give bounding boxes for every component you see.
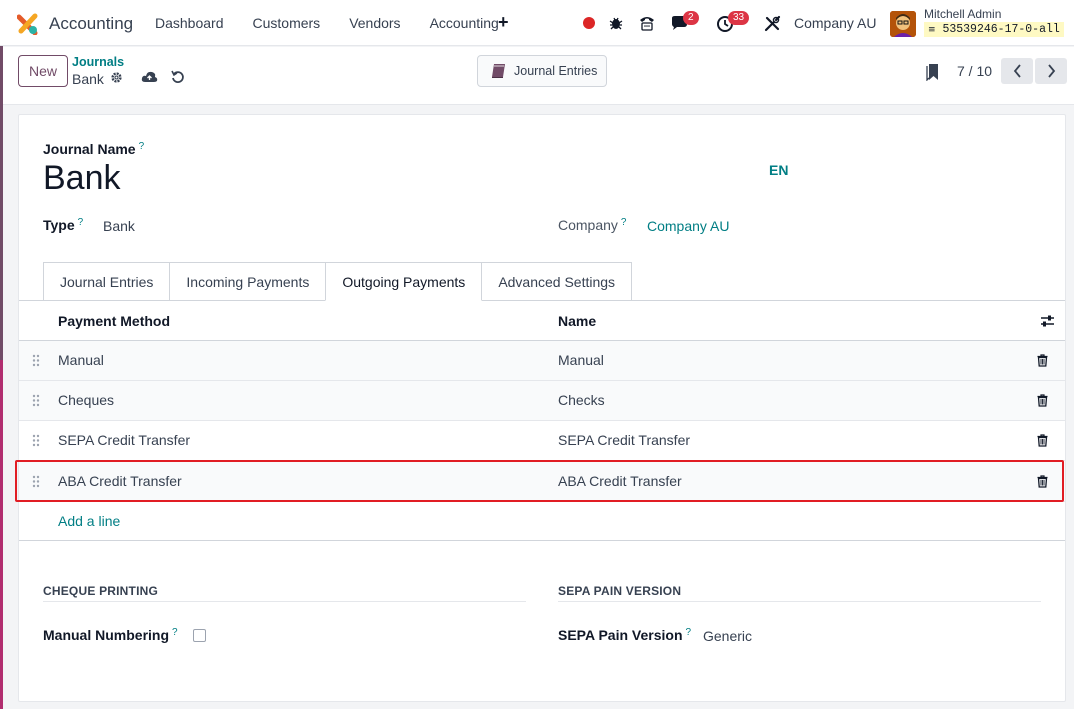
payment-method-cell[interactable]: SEPA Credit Transfer — [58, 432, 190, 448]
manual-numbering-label: Manual Numbering? — [43, 627, 178, 643]
menu-vendors[interactable]: Vendors — [349, 15, 400, 31]
optional-columns-sliders-icon[interactable] — [1040, 314, 1055, 328]
payment-method-cell[interactable]: Cheques — [58, 392, 114, 408]
drag-handle-icon[interactable] — [32, 434, 40, 447]
breadcrumb-journals[interactable]: Journals — [72, 55, 124, 69]
cheque-printing-title: CHEQUE PRINTING — [43, 584, 159, 598]
notebook-tabs: Journal Entries Incoming Payments Outgoi… — [43, 262, 633, 301]
payment-method-cell[interactable]: Manual — [58, 352, 104, 368]
help-tooltip-icon[interactable]: ? — [78, 217, 84, 228]
database-name-text: 53539246-17-0-all — [942, 23, 1060, 36]
column-payment-method[interactable]: Payment Method — [58, 313, 170, 329]
record-indicator-icon[interactable] — [583, 17, 595, 29]
section-separator — [19, 540, 1065, 541]
name-cell[interactable]: Manual — [558, 352, 604, 368]
company-switcher[interactable]: Company AU — [794, 15, 876, 31]
cheque-printing-rule — [43, 601, 526, 602]
left-accent-bar — [0, 0, 3, 709]
sepa-pain-version-title: SEPA PAIN VERSION — [558, 584, 682, 598]
breadcrumb-current: Bank — [72, 71, 104, 87]
phone-icon[interactable] — [638, 14, 656, 32]
highlight-box — [15, 460, 1064, 502]
database-name: ≡ 53539246-17-0-all — [924, 22, 1064, 37]
user-name[interactable]: Mitchell Admin — [924, 7, 1001, 21]
chevron-right-icon — [1047, 64, 1055, 78]
bookmark-icon[interactable] — [926, 63, 942, 81]
gear-icon[interactable] — [110, 71, 123, 84]
trash-icon[interactable] — [1037, 354, 1048, 367]
journal-name-label: Journal Name? — [43, 141, 144, 157]
type-select[interactable]: Bank — [103, 218, 135, 234]
save-cloud-icon[interactable] — [141, 70, 158, 84]
pager-previous-button[interactable] — [1001, 58, 1033, 84]
drag-handle-icon[interactable] — [32, 354, 40, 367]
help-tooltip-icon[interactable]: ? — [621, 217, 627, 228]
pager-next-button[interactable] — [1035, 58, 1067, 84]
journal-name-input[interactable]: Bank — [43, 159, 121, 198]
company-label: Company? — [558, 217, 626, 233]
settings-tools-icon[interactable] — [764, 15, 781, 32]
sepa-pain-version-label-text: SEPA Pain Version — [558, 627, 683, 643]
messages-count-badge: 2 — [683, 11, 699, 25]
help-tooltip-icon[interactable]: ? — [686, 627, 692, 638]
user-avatar[interactable] — [890, 11, 916, 37]
trash-icon[interactable] — [1037, 394, 1048, 407]
sepa-pain-version-select[interactable]: Generic — [703, 628, 752, 644]
tab-advanced-settings[interactable]: Advanced Settings — [481, 262, 633, 301]
discard-undo-icon[interactable] — [171, 70, 185, 84]
new-button[interactable]: New — [18, 55, 68, 87]
type-label-text: Type — [43, 217, 75, 233]
manual-numbering-label-text: Manual Numbering — [43, 627, 170, 643]
tab-journal-entries[interactable]: Journal Entries — [43, 262, 171, 301]
table-row[interactable]: SEPA Credit Transfer SEPA Credit Transfe… — [19, 421, 1065, 461]
quick-create-plus-icon[interactable]: + — [498, 12, 509, 33]
company-field[interactable]: Company AU — [647, 218, 729, 234]
database-icon: ≡ — [928, 25, 936, 35]
manual-numbering-checkbox[interactable] — [193, 629, 206, 642]
help-tooltip-icon[interactable]: ? — [139, 141, 145, 152]
add-a-line-link[interactable]: Add a line — [58, 513, 120, 529]
help-tooltip-icon[interactable]: ? — [172, 627, 178, 638]
debug-bug-icon[interactable] — [609, 15, 623, 31]
top-navbar: Accounting Dashboard Customers Vendors A… — [0, 0, 1074, 46]
column-name[interactable]: Name — [558, 313, 596, 329]
journal-entries-smart-button[interactable]: Journal Entries — [477, 55, 607, 87]
form-sheet: Journal Name? Bank EN Type? Bank Company… — [15, 114, 1066, 702]
journal-name-label-text: Journal Name — [43, 141, 136, 157]
table-row[interactable]: Manual Manual — [19, 341, 1065, 381]
activities-count-badge: 33 — [728, 11, 750, 25]
tab-outgoing-payments[interactable]: Outgoing Payments — [325, 262, 483, 301]
name-cell[interactable]: SEPA Credit Transfer — [558, 432, 690, 448]
language-switch[interactable]: EN — [769, 162, 788, 178]
trash-icon[interactable] — [1037, 434, 1048, 447]
sepa-pain-version-label: SEPA Pain Version? — [558, 627, 691, 643]
book-icon — [492, 64, 505, 78]
main-menu: Dashboard Customers Vendors Accounting — [155, 15, 528, 31]
tab-incoming-payments[interactable]: Incoming Payments — [169, 262, 327, 301]
app-name[interactable]: Accounting — [49, 14, 133, 34]
menu-customers[interactable]: Customers — [253, 15, 321, 31]
menu-dashboard[interactable]: Dashboard — [155, 15, 224, 31]
name-cell[interactable]: Checks — [558, 392, 605, 408]
sepa-rule — [558, 601, 1041, 602]
company-label-text: Company — [558, 217, 618, 233]
table-header: Payment Method Name — [19, 301, 1065, 341]
type-label: Type? — [43, 217, 83, 233]
journal-entries-label: Journal Entries — [514, 64, 598, 78]
control-panel: New Journals Bank Journal Entries 7 / 10 — [3, 47, 1074, 105]
pager-value[interactable]: 7 / 10 — [957, 63, 992, 79]
menu-accounting[interactable]: Accounting — [430, 15, 499, 31]
table-row[interactable]: Cheques Checks — [19, 381, 1065, 421]
drag-handle-icon[interactable] — [32, 394, 40, 407]
chevron-left-icon — [1013, 64, 1021, 78]
accounting-app-icon[interactable] — [17, 13, 39, 35]
